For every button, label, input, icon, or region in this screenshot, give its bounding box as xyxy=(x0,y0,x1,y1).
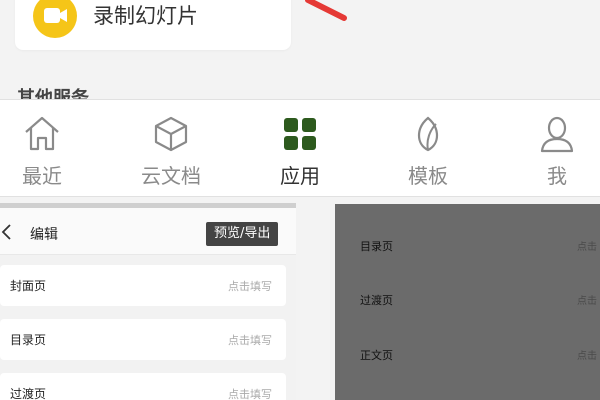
overlay-row-transition: 过渡页 点击 xyxy=(335,280,600,320)
person-icon xyxy=(540,116,574,153)
overlay-page-name: 过渡页 xyxy=(360,294,393,307)
page-row-cover[interactable]: 封面页 点击填写 xyxy=(0,265,286,306)
nav-label-recent: 最近 xyxy=(22,164,62,188)
nav-item-cloud-docs[interactable]: 云文档 xyxy=(121,100,221,196)
nav-item-templates[interactable]: 模板 xyxy=(378,100,478,196)
overlay-page-hint: 点击 xyxy=(577,296,597,307)
overlay-page-name: 正文页 xyxy=(360,349,393,362)
overlay-row-body: 正文页 点击 xyxy=(335,335,600,375)
page-hint[interactable]: 点击填写 xyxy=(228,386,272,400)
page-name: 过渡页 xyxy=(10,387,47,400)
video-camera-icon xyxy=(33,0,77,38)
record-slides-label: 录制幻灯片 xyxy=(93,4,198,28)
apps-grid-icon xyxy=(284,118,316,150)
preview-export-button[interactable]: 预览/导出 xyxy=(206,222,279,246)
overlay-page-hint: 点击 xyxy=(577,351,597,362)
nav-label-templates: 模板 xyxy=(408,164,448,188)
page-row-transition[interactable]: 过渡页 点击填写 xyxy=(0,373,286,400)
leaf-icon xyxy=(417,116,439,152)
nav-label-apps: 应用 xyxy=(280,164,320,188)
dimmed-editor-overlay: 目录页 点击 过渡页 点击 正文页 点击 xyxy=(335,204,600,400)
cube-icon xyxy=(154,116,188,152)
nav-item-recent[interactable]: 最近 xyxy=(0,100,92,196)
editor-title: 编辑 xyxy=(30,227,58,243)
back-chevron-icon[interactable] xyxy=(0,223,14,241)
page-row-contents[interactable]: 目录页 点击填写 xyxy=(0,319,286,360)
other-services-heading: 其他服务 xyxy=(17,88,89,99)
overlay-page-hint: 点击 xyxy=(577,242,597,253)
home-icon xyxy=(25,116,59,151)
top-area: 录制幻灯片 其他服务 xyxy=(0,0,600,100)
nav-label-me: 我 xyxy=(547,164,567,188)
nav-item-apps[interactable]: 应用 xyxy=(250,100,350,196)
nav-label-cloud-docs: 云文档 xyxy=(141,164,201,188)
page-name: 封面页 xyxy=(10,279,47,293)
annotation-arrow-icon xyxy=(305,0,347,21)
nav-item-me[interactable]: 我 xyxy=(507,100,600,196)
page-name: 目录页 xyxy=(10,333,47,347)
page-hint[interactable]: 点击填写 xyxy=(228,278,272,294)
editor-header: 编辑 预览/导出 xyxy=(0,208,296,255)
record-slides-card[interactable]: 录制幻灯片 xyxy=(15,0,291,50)
editor-screen: 编辑 预览/导出 封面页 点击填写 目录页 点击填写 过渡页 点击填写 xyxy=(0,203,296,400)
overlay-row-contents: 目录页 点击 xyxy=(335,226,600,266)
overlay-page-name: 目录页 xyxy=(360,240,393,253)
bottom-navigation: 最近 云文档 应用 模板 我 xyxy=(0,99,600,197)
page-hint[interactable]: 点击填写 xyxy=(228,332,272,348)
